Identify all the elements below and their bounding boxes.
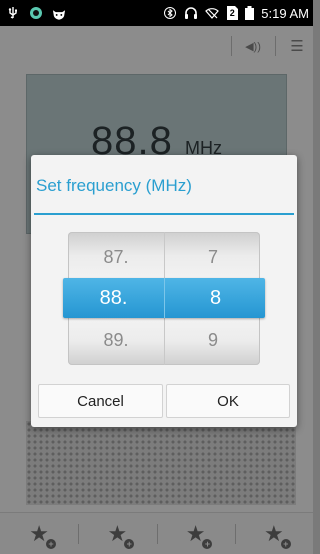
speaker-toggle-button[interactable]: ◀)) (240, 36, 266, 56)
favorites-bar: ★ + ★ + ★ + ★ + (0, 512, 313, 554)
sim-icon: 2 (226, 6, 238, 20)
cat-icon (52, 6, 66, 20)
picker-integer-below[interactable]: 89. (68, 322, 164, 358)
wifi-off-icon (205, 6, 220, 20)
headset-icon (184, 6, 198, 20)
set-frequency-dialog: Set frequency (MHz) 87. 7 89. 9 88. 8 Ca… (31, 155, 297, 427)
star-add-icon: ★ + (29, 521, 56, 549)
status-bar: 2 5:19 AM (0, 0, 313, 26)
add-favorite-button-4[interactable]: ★ + (234, 513, 313, 554)
toolbar: ◀)) ☰ (0, 26, 313, 66)
cancel-button[interactable]: Cancel (38, 384, 163, 418)
speaker-icon: ◀)) (245, 40, 261, 53)
star-add-icon: ★ + (186, 521, 213, 549)
frequency-picker[interactable]: 87. 7 89. 9 88. 8 (63, 232, 265, 365)
add-favorite-button-1[interactable]: ★ + (0, 513, 78, 554)
clock: 5:19 AM (261, 5, 309, 21)
battery-icon (245, 6, 255, 20)
picker-decimal-below[interactable]: 9 (165, 322, 261, 358)
toolbar-divider (275, 36, 276, 56)
usb-icon (6, 6, 20, 20)
app-notification-icon (29, 6, 43, 20)
picker-integer-selected[interactable]: 88. (63, 278, 164, 318)
add-favorite-button-3[interactable]: ★ + (156, 513, 235, 554)
picker-selection-bar: 88. 8 (63, 278, 265, 318)
menu-icon: ☰ (290, 38, 304, 55)
add-favorite-button-2[interactable]: ★ + (78, 513, 156, 554)
star-add-icon: ★ + (108, 521, 135, 549)
menu-button[interactable]: ☰ (284, 36, 310, 56)
dialog-title-divider (34, 213, 294, 215)
bluetooth-icon (163, 6, 177, 20)
toolbar-divider (231, 36, 232, 56)
ok-button[interactable]: OK (166, 384, 290, 418)
dialog-title: Set frequency (MHz) (36, 176, 192, 195)
speaker-grille (26, 421, 296, 505)
picker-decimal-above[interactable]: 7 (165, 239, 261, 275)
star-add-icon: ★ + (264, 521, 291, 549)
picker-decimal-selected[interactable]: 8 (165, 278, 266, 318)
picker-integer-above[interactable]: 87. (68, 239, 164, 275)
sim-badge: 2 (229, 8, 235, 18)
